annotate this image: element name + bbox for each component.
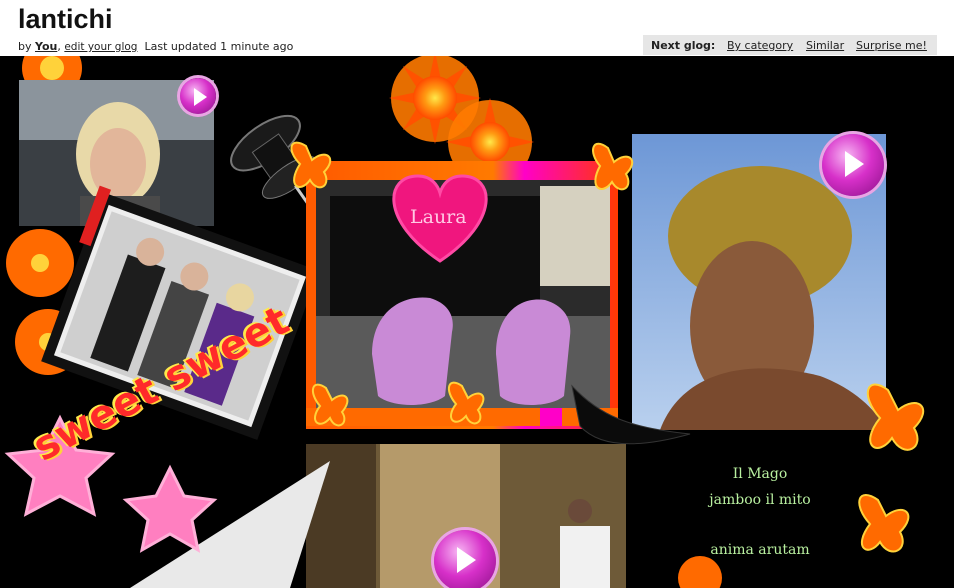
page-header: lantichi by You, edit your glog Last upd… [0, 0, 954, 56]
play-button-photo1[interactable] [180, 78, 216, 114]
next-glog-bar: Next glog: By category Similar Surprise … [643, 35, 937, 55]
play-button-photo-bottom[interactable] [434, 530, 496, 588]
by-category-link[interactable]: By category [727, 39, 793, 52]
caption-jamboo: jamboo il mito [709, 492, 811, 508]
glog-decoration-layer [4, 56, 925, 588]
caption-il-mago: Il Mago [732, 466, 788, 482]
edit-glog-link[interactable]: edit your glog [64, 41, 137, 53]
heart-label: Laura [410, 206, 467, 228]
by-prefix: by [18, 40, 32, 53]
byline-comma: , [57, 40, 61, 53]
author-link[interactable]: You [35, 40, 57, 53]
caption-anima-arutam: anima arutam [710, 542, 810, 558]
glog-title: lantichi [18, 4, 113, 34]
last-updated: Last updated 1 minute ago [144, 40, 294, 53]
byline: by You, edit your glog Last updated 1 mi… [18, 40, 293, 53]
play-button-photo-man[interactable] [822, 134, 884, 196]
surprise-me-link[interactable]: Surprise me! [856, 39, 927, 52]
next-glog-label: Next glog: [651, 39, 716, 52]
similar-link[interactable]: Similar [806, 39, 844, 52]
glog-canvas: sweet sweet Laura Il Mago jamboo il mito… [0, 56, 954, 588]
